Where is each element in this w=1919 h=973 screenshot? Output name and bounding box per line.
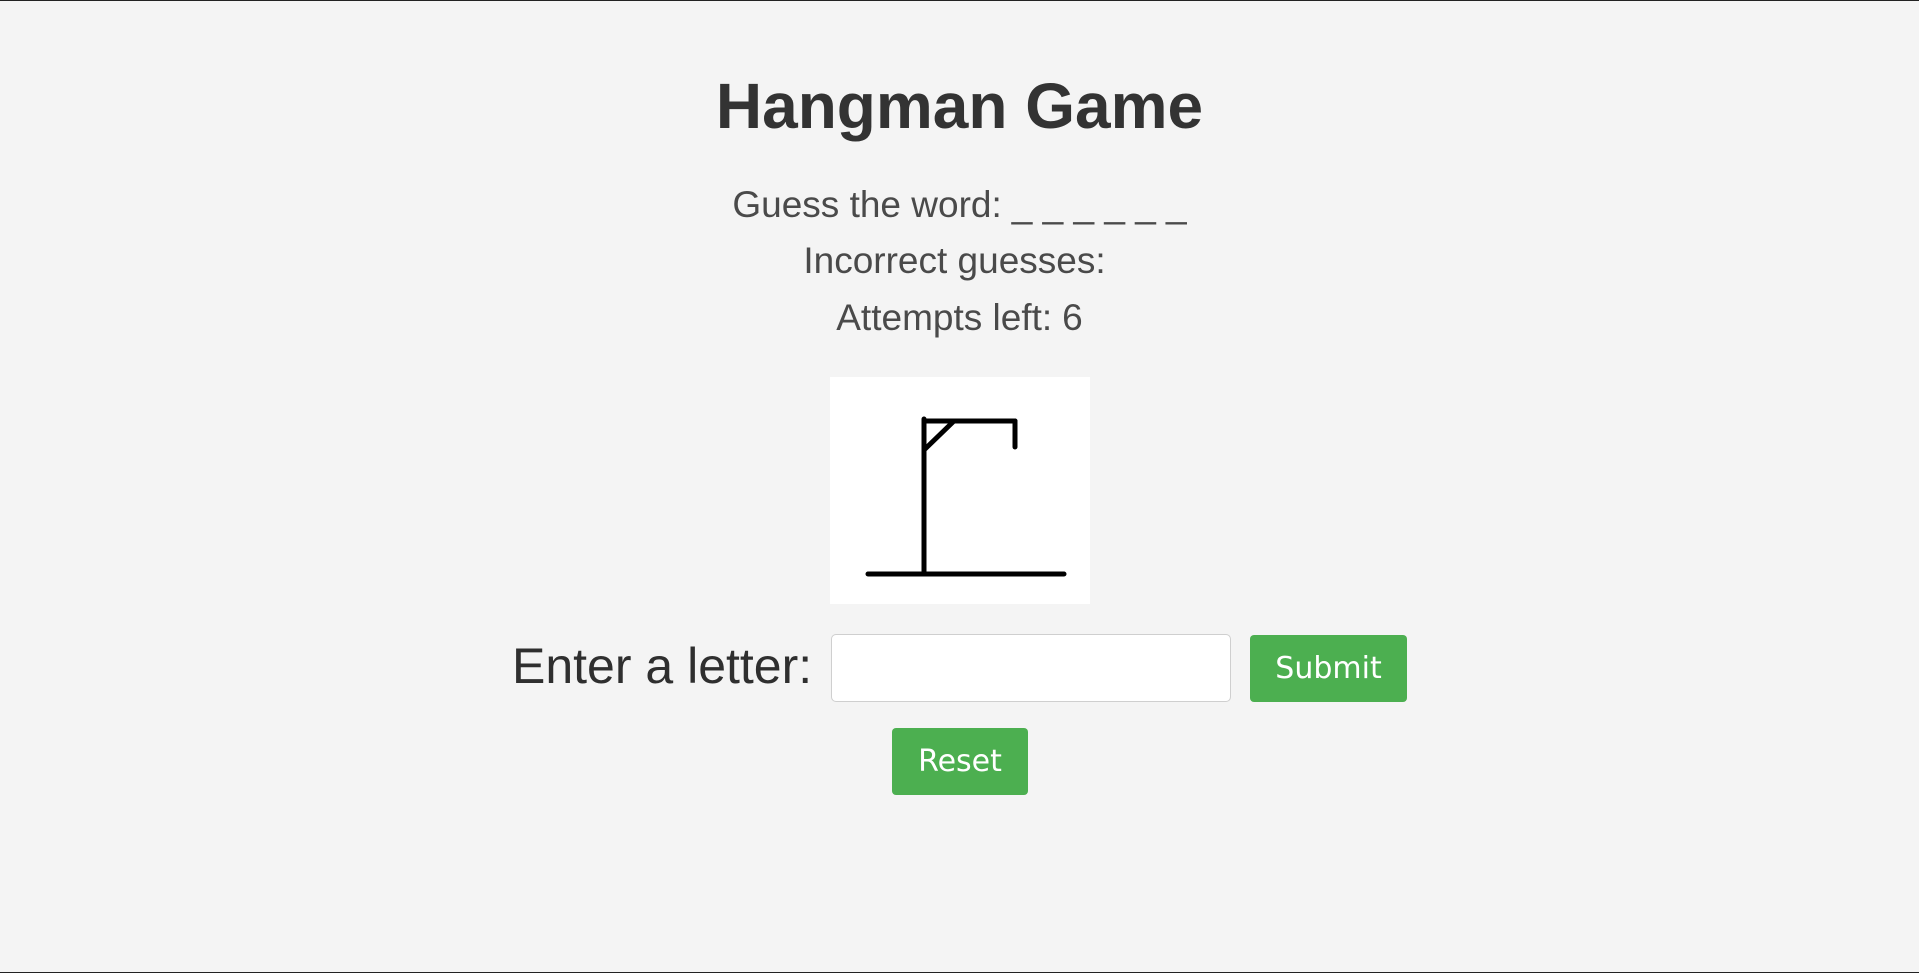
hangman-canvas [830,377,1090,604]
gallows-brace [921,418,957,453]
submit-button[interactable]: Submit [1250,635,1407,702]
letter-input[interactable] [831,634,1231,702]
letter-input-label: Enter a letter: [512,638,813,694]
word-display: _ _ _ _ _ _ [1011,184,1187,225]
word-display-line: Guess the word: _ _ _ _ _ _ [0,183,1919,227]
page-title: Hangman Game [715,70,1204,142]
word-label: Guess the word: [732,184,1002,225]
attempts-left-label: Attempts left: [836,297,1053,338]
gallows-drawing [865,416,1067,577]
incorrect-guesses-label: Incorrect guesses: [803,240,1106,281]
incorrect-guesses-line: Incorrect guesses: [0,239,1919,283]
attempts-left-value: 6 [1062,297,1083,338]
attempts-left-line: Attempts left: 6 [0,296,1919,340]
reset-button[interactable]: Reset [892,728,1028,795]
